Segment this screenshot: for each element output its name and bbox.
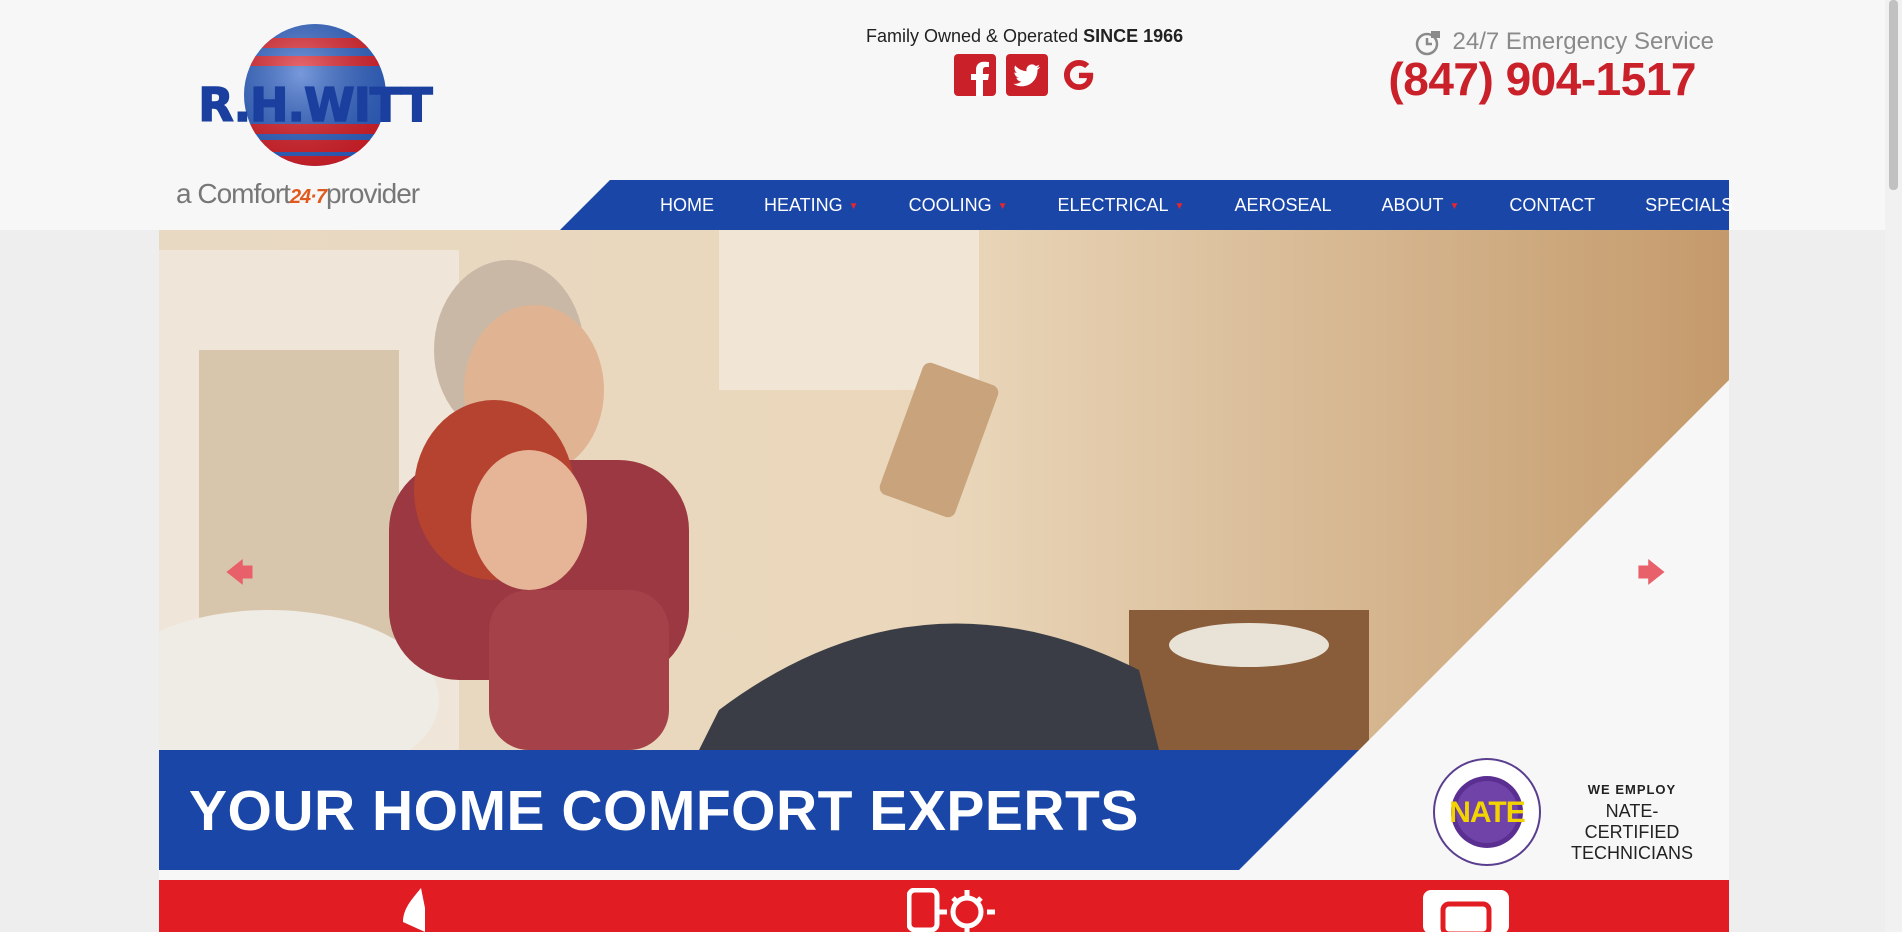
caret-down-icon: ▼ bbox=[1174, 201, 1185, 212]
nate-line1: WE EMPLOY bbox=[1587, 782, 1677, 797]
nav-item-cooling[interactable]: COOLING ▼ bbox=[884, 180, 1033, 230]
caret-down-icon: ▼ bbox=[1449, 201, 1460, 212]
nav-item-contact[interactable]: CONTACT bbox=[1484, 180, 1620, 230]
family-owned-text: Family Owned & Operated SINCE 1966 bbox=[866, 26, 1183, 47]
logo-tagline: a Comfort24·7provider bbox=[176, 178, 462, 210]
nav-item-label: AEROSEAL bbox=[1234, 195, 1332, 215]
nav-item-label: COOLING bbox=[908, 195, 992, 215]
ac-unit-icon bbox=[907, 888, 995, 932]
nate-certification: NATE WE EMPLOY NATE-CERTIFIED TECHNICIAN… bbox=[1431, 756, 1701, 876]
hero-photo bbox=[159, 230, 1729, 750]
nav-item-label: CONTACT bbox=[1509, 195, 1596, 215]
phone-number[interactable]: (847) 904-1517 bbox=[1388, 52, 1696, 106]
nav-item-label: HEATING bbox=[764, 195, 843, 215]
scrollbar-thumb[interactable] bbox=[1889, 0, 1898, 190]
google-icon[interactable] bbox=[1058, 54, 1100, 96]
site-header: R.H.WITT a Comfort24·7provider Family Ow… bbox=[0, 0, 1885, 230]
nav-item-home[interactable]: HOME bbox=[635, 180, 739, 230]
logo-name: R.H.WITT bbox=[198, 77, 434, 133]
nav-item-label: HOME bbox=[660, 195, 714, 215]
logo-tagline-prefix: a Comfort bbox=[176, 178, 291, 209]
main-nav: HOME HEATING ▼ COOLING ▼ ELECTRICAL ▼ AEROS… bbox=[560, 180, 1733, 230]
nate-badge-text: NATE bbox=[1449, 796, 1525, 829]
scrollbar[interactable] bbox=[1885, 0, 1902, 932]
nav-item-heating[interactable]: HEATING ▼ bbox=[739, 180, 884, 230]
nav-item-label: SPECIALS bbox=[1645, 195, 1734, 215]
facebook-icon[interactable] bbox=[954, 54, 996, 96]
nav-item-aeroseal[interactable]: AEROSEAL bbox=[1209, 180, 1356, 230]
nate-line2: NATE-CERTIFIED bbox=[1584, 801, 1680, 842]
nav-item-specials[interactable]: SPECIALS bbox=[1620, 180, 1758, 230]
slider-next-arrow[interactable]: 🡆 bbox=[1637, 552, 1666, 600]
caret-down-icon: ▼ bbox=[848, 201, 859, 212]
nav-item-label: ABOUT bbox=[1381, 195, 1444, 215]
flame-icon bbox=[403, 888, 425, 932]
logo-tagline-number: 24·7 bbox=[289, 186, 327, 208]
nate-line2-3: NATE-CERTIFIED TECHNICIANS bbox=[1569, 801, 1695, 864]
hero-slider: 🡄 🡆 YOUR HOME COMFORT EXPERTS NATE WE EM… bbox=[159, 230, 1729, 880]
family-text: Family Owned & Operated bbox=[866, 26, 1079, 46]
hero-tagline: YOUR HOME COMFORT EXPERTS bbox=[189, 779, 1139, 843]
family-since: SINCE 1966 bbox=[1083, 26, 1184, 46]
nate-line3: TECHNICIANS bbox=[1570, 843, 1693, 863]
social-links bbox=[954, 54, 1100, 96]
twitter-icon[interactable] bbox=[1006, 54, 1048, 96]
services-bar bbox=[159, 880, 1729, 932]
nav-item-electrical[interactable]: ELECTRICAL ▼ bbox=[1033, 180, 1210, 230]
logo-tagline-suffix: provider bbox=[325, 178, 420, 209]
slider-prev-arrow[interactable]: 🡄 bbox=[225, 552, 254, 600]
logo[interactable]: R.H.WITT a Comfort24·7provider bbox=[172, 12, 458, 216]
caret-down-icon: ▼ bbox=[997, 201, 1008, 212]
electrical-panel-icon bbox=[1423, 890, 1509, 932]
nav-item-label: ELECTRICAL bbox=[1057, 195, 1169, 215]
nav-item-about[interactable]: ABOUT ▼ bbox=[1357, 180, 1485, 230]
